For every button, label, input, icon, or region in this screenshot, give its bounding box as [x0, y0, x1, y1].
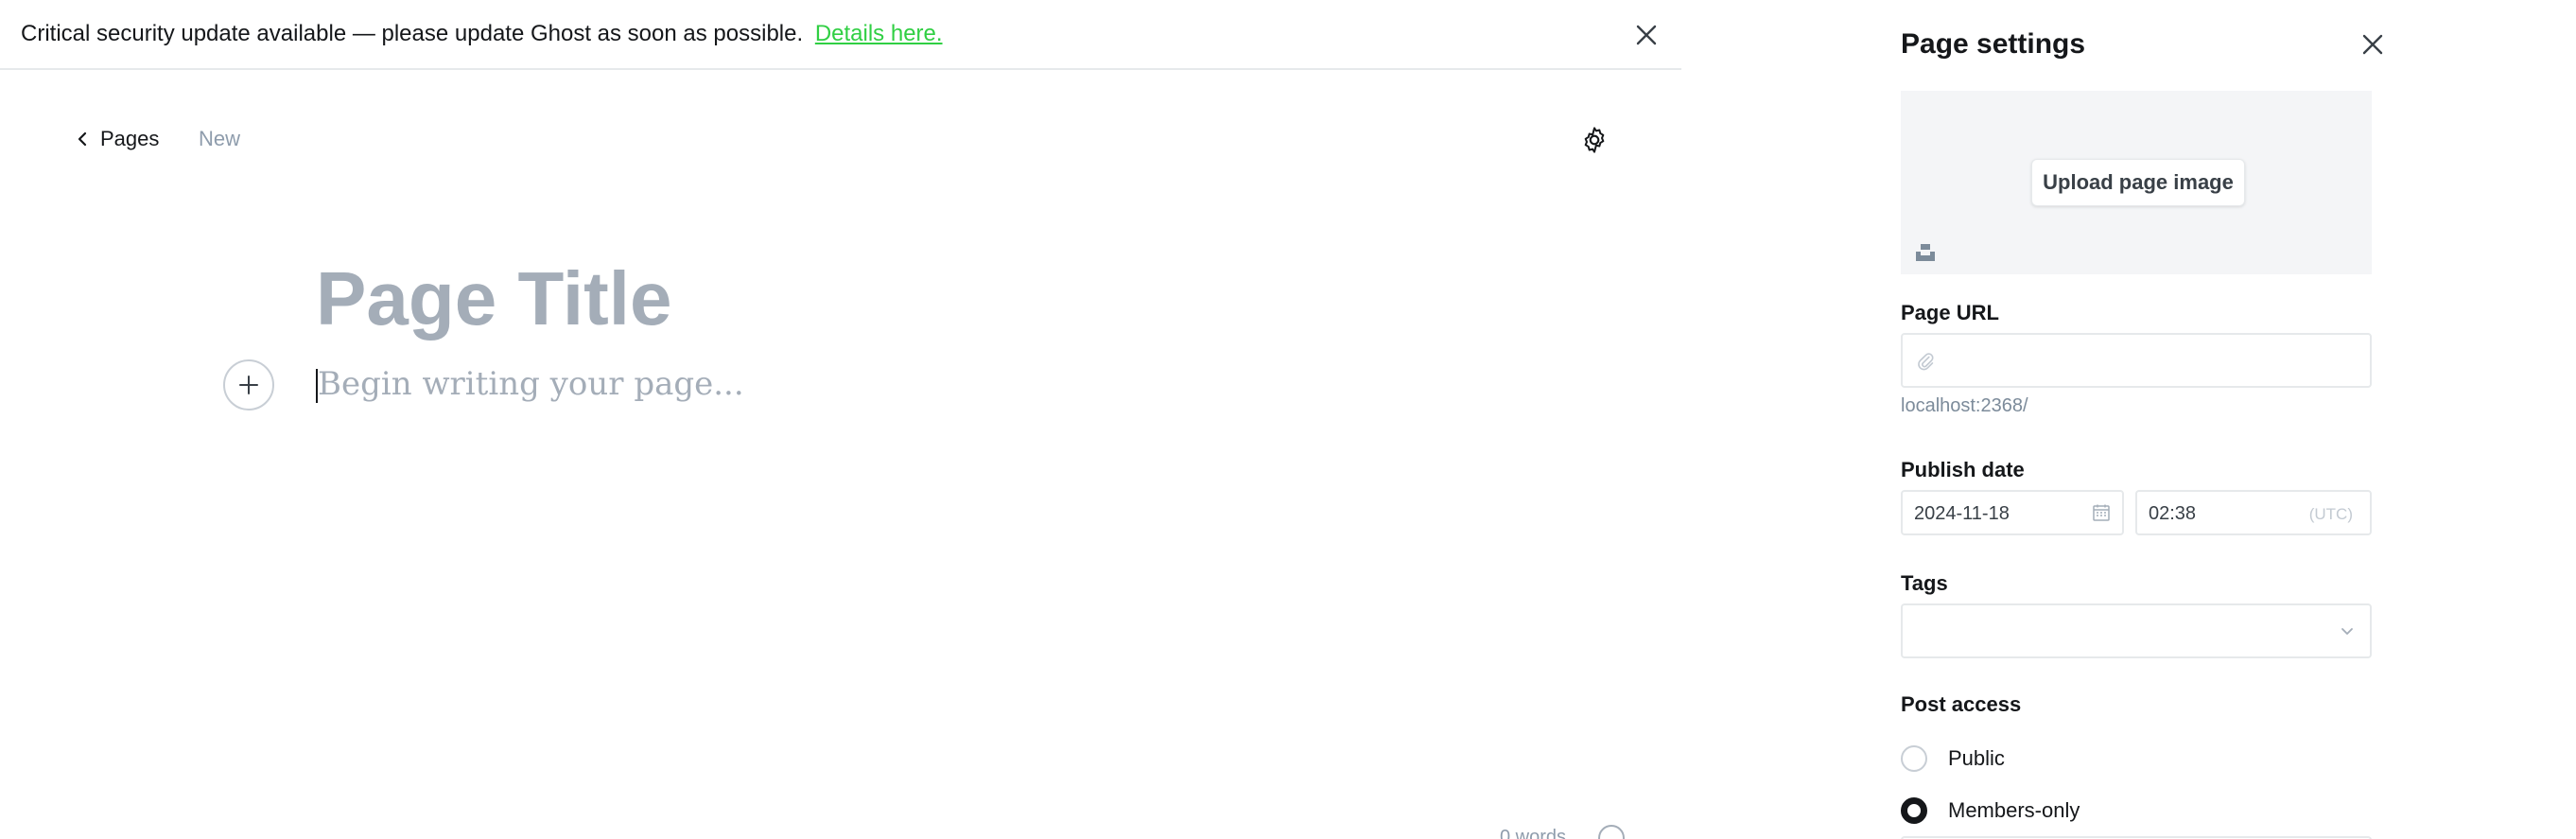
- panel-title: Page settings: [1901, 28, 2086, 60]
- page-url-preview: localhost:2368/: [1901, 395, 2028, 416]
- page-image-uploader[interactable]: Upload page image: [1901, 91, 2372, 274]
- radio-members-only[interactable]: [1901, 797, 1927, 824]
- radio-public[interactable]: [1901, 745, 1927, 772]
- banner-details-link[interactable]: Details here.: [815, 21, 943, 46]
- tags-select[interactable]: [1901, 603, 2372, 658]
- link-icon: [1918, 353, 1934, 371]
- chevron-down-icon: [2341, 628, 2353, 635]
- publish-time-input[interactable]: 02:38 (UTC): [2135, 490, 2372, 535]
- back-label: Pages: [100, 127, 160, 150]
- access-option-public[interactable]: Public: [1901, 745, 2005, 772]
- chevron-left-icon: [78, 131, 87, 147]
- post-access-label: Post access: [1901, 692, 2022, 716]
- page-title-input[interactable]: Page Title: [316, 255, 671, 342]
- security-banner: Critical security update available — ple…: [0, 0, 1681, 70]
- access-option-label: Members-only: [1948, 798, 2080, 822]
- word-count: 0 words: [1500, 827, 1567, 839]
- close-icon[interactable]: [2358, 30, 2387, 59]
- tags-label: Tags: [1901, 571, 1948, 595]
- banner-message: Critical security update available — ple…: [21, 21, 804, 46]
- help-icon[interactable]: [1598, 825, 1625, 839]
- plus-icon: [239, 376, 258, 394]
- access-option-label: Public: [1948, 746, 2005, 770]
- unsplash-icon[interactable]: [1914, 240, 1937, 263]
- back-to-pages-link[interactable]: Pages: [78, 127, 159, 151]
- banner-close-icon[interactable]: [1632, 21, 1661, 49]
- access-option-members-only[interactable]: Members-only: [1901, 797, 2080, 824]
- page-url-input[interactable]: [1901, 333, 2372, 388]
- timezone-label: (UTC): [2308, 505, 2353, 523]
- add-card-button[interactable]: [223, 359, 274, 411]
- publish-date-label: Publish date: [1901, 458, 2025, 481]
- upload-page-image-button[interactable]: Upload page image: [2031, 159, 2245, 206]
- page-url-label: Page URL: [1901, 301, 1999, 324]
- publish-date-value: 2024-11-18: [1914, 503, 2010, 524]
- page-status: New: [199, 127, 241, 150]
- page-body-editor[interactable]: Begin writing your page...: [318, 365, 744, 403]
- publish-time-value: 02:38: [2149, 503, 2197, 524]
- gear-icon[interactable]: [1579, 125, 1610, 155]
- page-settings-panel: Page settings Upload page image Page URL…: [1863, 0, 2576, 839]
- banner-message-wrap: Critical security update available — ple…: [21, 21, 943, 47]
- editor-header: Pages New: [0, 70, 1681, 212]
- calendar-icon: [2093, 504, 2110, 521]
- publish-date-input[interactable]: 2024-11-18: [1901, 490, 2124, 535]
